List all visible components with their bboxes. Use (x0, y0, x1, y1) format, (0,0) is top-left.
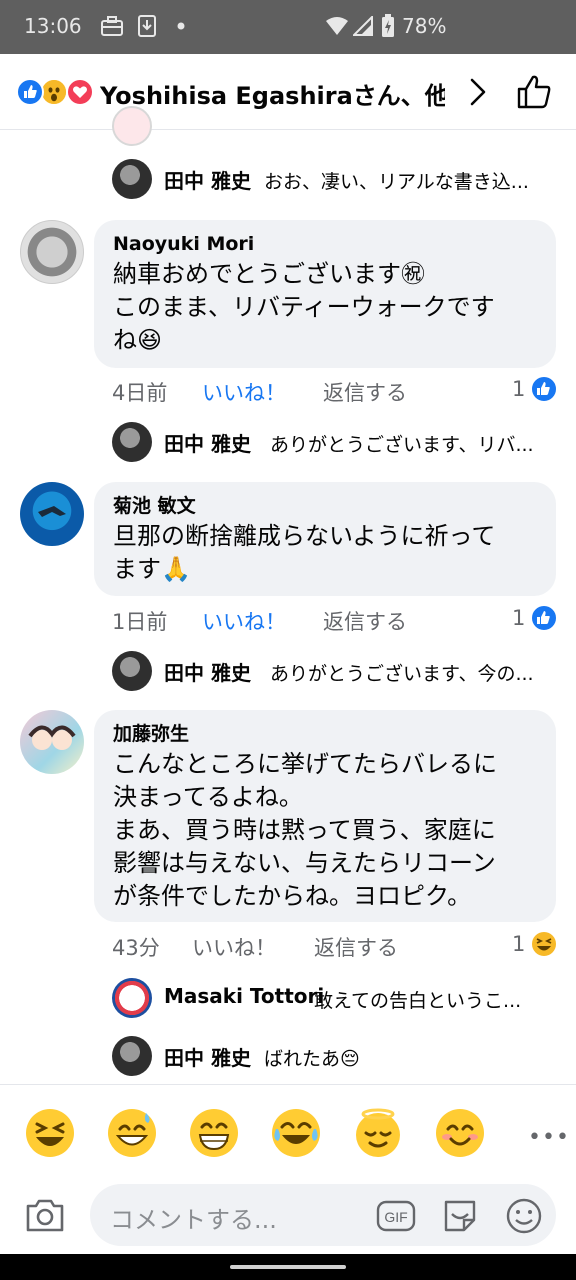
comment-line: が条件でしたからね。ヨロピク。 (113, 882, 472, 910)
comment-actions: 1日前 いいね！ 返信する 1 (112, 604, 558, 636)
emoji-button[interactable] (188, 1107, 240, 1159)
comment-bubble[interactable]: 加藤弥生 こんなところに挙げてたらバレるに 決まってるよね。 まあ、買う時は黙っ… (94, 710, 556, 922)
comment-author[interactable]: 加藤弥生 (113, 722, 536, 746)
more-emoji-button[interactable]: ••• (528, 1125, 570, 1150)
status-time: 13:06 (24, 14, 82, 38)
avatar[interactable] (20, 482, 84, 546)
reply-row[interactable]: 田中 雅史 ありがとうございます、今の... (112, 651, 556, 691)
reply-button[interactable]: 返信する (323, 606, 407, 636)
reply-author[interactable]: Masaki Tottori (164, 984, 324, 1008)
battery-icon (380, 14, 396, 38)
comment-author[interactable]: 菊池 敏文 (113, 494, 536, 518)
reply-text[interactable]: ありがとうございます、リバ... (270, 430, 534, 457)
thumbs-up-icon[interactable] (514, 72, 554, 112)
camera-icon[interactable] (24, 1194, 66, 1236)
comment-line: ね😆 (113, 326, 163, 354)
comment-text: こんなところに挙げてたらバレるに 決まってるよね。 まあ、買う時は黙って買う、家… (113, 748, 536, 913)
avatar[interactable] (20, 220, 84, 284)
emoji-button[interactable] (24, 1107, 76, 1159)
comment-text: 納車おめでとうございます㊗ このまま、リバティーウォークです ね😆 (113, 258, 536, 357)
reply-author[interactable]: 田中 雅史 (164, 165, 251, 194)
reactions-header[interactable]: Yoshihisa Egashiraさん、他... (0, 54, 576, 130)
reaction-count[interactable]: 1 (512, 377, 525, 401)
like-reaction-icon (530, 604, 558, 632)
gif-icon[interactable]: GIF (376, 1196, 416, 1236)
comment-actions: 4日前 いいね！ 返信する 1 (112, 375, 558, 407)
like-button[interactable]: いいね！ (202, 377, 286, 407)
reply-button[interactable]: 返信する (323, 377, 407, 407)
briefcase-icon (100, 14, 124, 38)
reply-button[interactable]: 返信する (314, 932, 398, 962)
reply-text[interactable]: ありがとうございます、今の... (270, 659, 534, 686)
reaction-count[interactable]: 1 (512, 932, 525, 956)
avatar[interactable] (112, 1036, 152, 1076)
reply-author[interactable]: 田中 雅史 (164, 1042, 251, 1071)
comment-input[interactable]: コメントする... GIF (90, 1184, 556, 1246)
signal-icon (352, 14, 374, 38)
comment-actions: 43分 いいね！ 返信する 1 (112, 930, 558, 962)
avatar[interactable] (112, 651, 152, 691)
reply-row[interactable]: Masaki Tottori 敢えての告白というこ... (112, 978, 556, 1018)
comment-bubble[interactable]: 菊池 敏文 旦那の断捨離成らないように祈って ます🙏 (94, 482, 556, 596)
emoji-button[interactable] (270, 1107, 322, 1159)
gif-label: GIF (384, 1209, 407, 1225)
haha-reaction-icon (530, 930, 558, 958)
comment-composer: コメントする... GIF (0, 1180, 576, 1254)
dot-icon (176, 14, 186, 38)
reply-row[interactable]: 田中 雅史 ばれたあ😔 (112, 1036, 556, 1076)
emoji-button[interactable] (106, 1107, 158, 1159)
comment-bubble[interactable]: Naoyuki Mori 納車おめでとうございます㊗ このまま、リバティーウォー… (94, 220, 556, 368)
reply-text[interactable]: ばれたあ😔 (264, 1044, 360, 1071)
avatar[interactable] (112, 106, 152, 146)
reactions-title[interactable]: Yoshihisa Egashiraさん、他... (100, 76, 445, 111)
comment-line: 決まってるよね。 (113, 783, 303, 811)
home-gesture-handle[interactable] (230, 1265, 346, 1269)
emoji-icon[interactable] (504, 1196, 544, 1236)
emoji-quick-bar: ••• (0, 1084, 576, 1184)
like-reaction-icon (530, 375, 558, 403)
comment-line: 納車おめでとうございます㊗ (113, 260, 425, 288)
like-button[interactable]: いいね！ (202, 606, 286, 636)
reply-row[interactable]: 田中 雅史 ありがとうございます、リバ... (112, 422, 556, 462)
comment-time: 4日前 (112, 381, 168, 405)
system-nav-bar (0, 1254, 576, 1280)
download-icon (136, 14, 158, 38)
avatar[interactable] (20, 710, 84, 774)
wow-reaction-icon (40, 78, 68, 106)
like-button[interactable]: いいね！ (192, 932, 276, 962)
comment-time: 43分 (112, 936, 160, 960)
comments-sheet: Yoshihisa Egashiraさん、他... 田中 雅史 おお、凄い、リア… (0, 54, 576, 1254)
avatar[interactable] (112, 978, 152, 1018)
reaction-count[interactable]: 1 (512, 606, 525, 630)
reply-text[interactable]: 敢えての告白というこ... (314, 986, 521, 1013)
comment-line: ます🙏 (113, 555, 191, 583)
comment-line: まあ、買う時は黙って買う、家庭に (113, 816, 496, 844)
comment-placeholder: コメントする... (110, 1206, 277, 1234)
reply-row[interactable]: 田中 雅史 おお、凄い、リアルな書き込... (112, 159, 556, 199)
battery-percentage: 78% (402, 14, 447, 38)
reply-author[interactable]: 田中 雅史 (164, 657, 251, 686)
comment-line: このまま、リバティーウォークです (113, 293, 495, 321)
comment-text: 旦那の断捨離成らないように祈って ます🙏 (113, 520, 536, 586)
comment-line: 旦那の断捨離成らないように祈って (113, 522, 496, 550)
reply-text[interactable]: おお、凄い、リアルな書き込... (264, 167, 529, 194)
emoji-button[interactable] (434, 1107, 486, 1159)
chevron-right-icon[interactable] (462, 76, 492, 108)
love-reaction-icon (66, 78, 94, 106)
comment-line: 影響は与えない、与えたらリコーン (113, 849, 496, 877)
avatar[interactable] (112, 422, 152, 462)
reply-author[interactable]: 田中 雅史 (164, 428, 251, 457)
comment-line: こんなところに挙げてたらバレるに (113, 750, 497, 778)
sticker-icon[interactable] (440, 1196, 480, 1236)
like-reaction-icon (16, 78, 44, 106)
wifi-icon (324, 14, 350, 38)
comment-time: 1日前 (112, 610, 168, 634)
avatar[interactable] (112, 159, 152, 199)
emoji-button[interactable] (352, 1107, 404, 1159)
status-bar: 13:06 78% (0, 0, 576, 54)
comment-author[interactable]: Naoyuki Mori (113, 232, 536, 256)
